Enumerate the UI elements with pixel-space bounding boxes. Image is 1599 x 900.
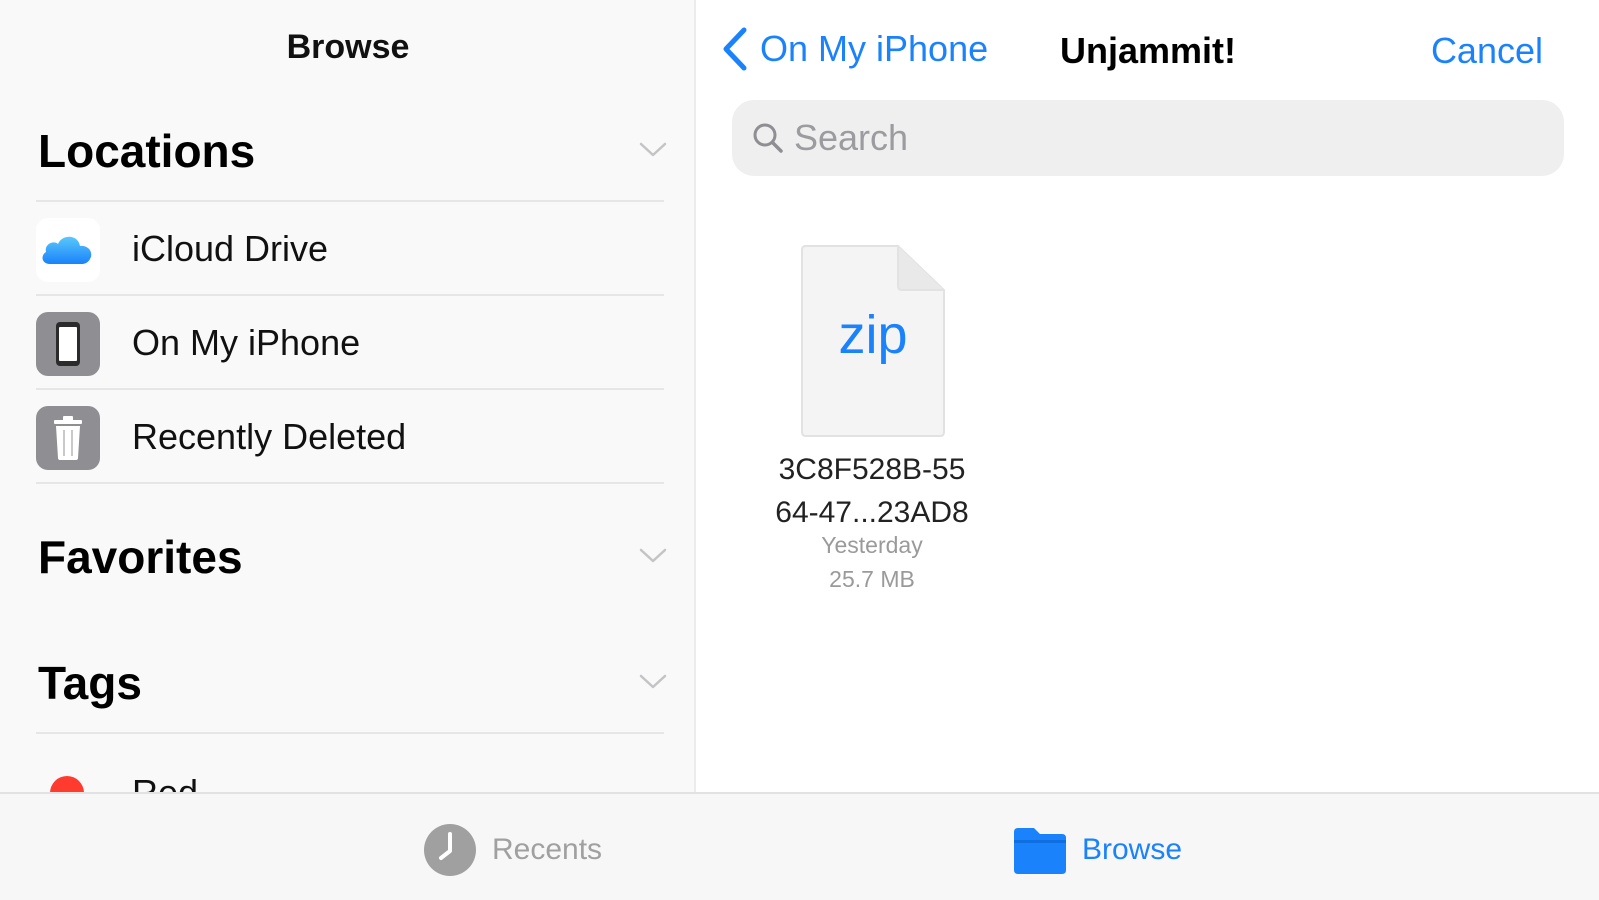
chevron-down-icon[interactable]	[638, 540, 668, 570]
tab-label: Recents	[492, 833, 603, 866]
chevron-down-icon[interactable]	[638, 134, 668, 164]
chevron-down-icon[interactable]	[638, 666, 668, 696]
sidebar-item-label: On My iPhone	[132, 322, 361, 363]
page-title: Unjammit!	[1060, 30, 1237, 71]
sidebar-item-label: Recently Deleted	[132, 416, 407, 457]
back-button-label: On My iPhone	[760, 28, 989, 69]
tab-bar: Recents Browse	[0, 792, 1599, 900]
tags-title: Tags	[38, 657, 142, 709]
favorites-section-header[interactable]: Favorites	[38, 530, 668, 590]
tab-recents[interactable]: Recents	[422, 820, 602, 880]
files-app: Browse Locations iCloud Drive On My iPho…	[0, 0, 1599, 900]
file-extension-label: zip	[838, 305, 908, 365]
chevron-left-icon	[723, 27, 747, 71]
sidebar-item-icloud-drive[interactable]: iCloud Drive	[36, 202, 664, 294]
tag-color-dot[interactable]	[50, 776, 84, 792]
tags-section-header[interactable]: Tags	[38, 656, 668, 716]
locations-section-header[interactable]: Locations	[38, 124, 668, 184]
tab-browse[interactable]: Browse	[1012, 820, 1182, 880]
file-item[interactable]: zip 3C8F528B-55 64-47...23AD8 Yesterday …	[742, 236, 1002, 606]
favorites-title: Favorites	[38, 531, 243, 583]
locations-title: Locations	[38, 125, 256, 177]
file-name: 3C8F528B-55 64-47...23AD8	[742, 448, 1002, 534]
folder-icon	[1014, 828, 1066, 874]
divider	[36, 732, 664, 734]
iphone-icon	[36, 312, 100, 376]
search-bar[interactable]	[732, 100, 1564, 176]
file-date: Yesterday	[821, 532, 923, 558]
sidebar-item-label: iCloud Drive	[132, 228, 329, 269]
file-name-line: 3C8F528B-55	[778, 453, 966, 486]
search-input[interactable]	[794, 100, 1534, 176]
back-button[interactable]: On My iPhone	[720, 24, 988, 74]
icloud-icon	[36, 218, 100, 282]
clock-icon	[424, 824, 476, 876]
sidebar-title: Browse	[286, 28, 410, 66]
trash-icon	[36, 406, 100, 470]
sidebar-item-recently-deleted[interactable]: Recently Deleted	[36, 390, 664, 482]
sidebar: Browse Locations iCloud Drive On My iPho…	[0, 0, 696, 792]
cancel-button[interactable]: Cancel	[1431, 30, 1543, 72]
tag-label-red[interactable]: Red	[132, 772, 198, 792]
main-panel: On My iPhone Unjammit! Cancel zip 3C8F52…	[698, 0, 1599, 792]
tab-label: Browse	[1082, 833, 1183, 866]
sidebar-item-on-my-iphone[interactable]: On My iPhone	[36, 296, 664, 388]
divider	[36, 482, 664, 484]
file-name-line: 64-47...23AD8	[775, 496, 969, 529]
file-size: 25.7 MB	[829, 566, 915, 592]
search-icon	[753, 123, 783, 153]
